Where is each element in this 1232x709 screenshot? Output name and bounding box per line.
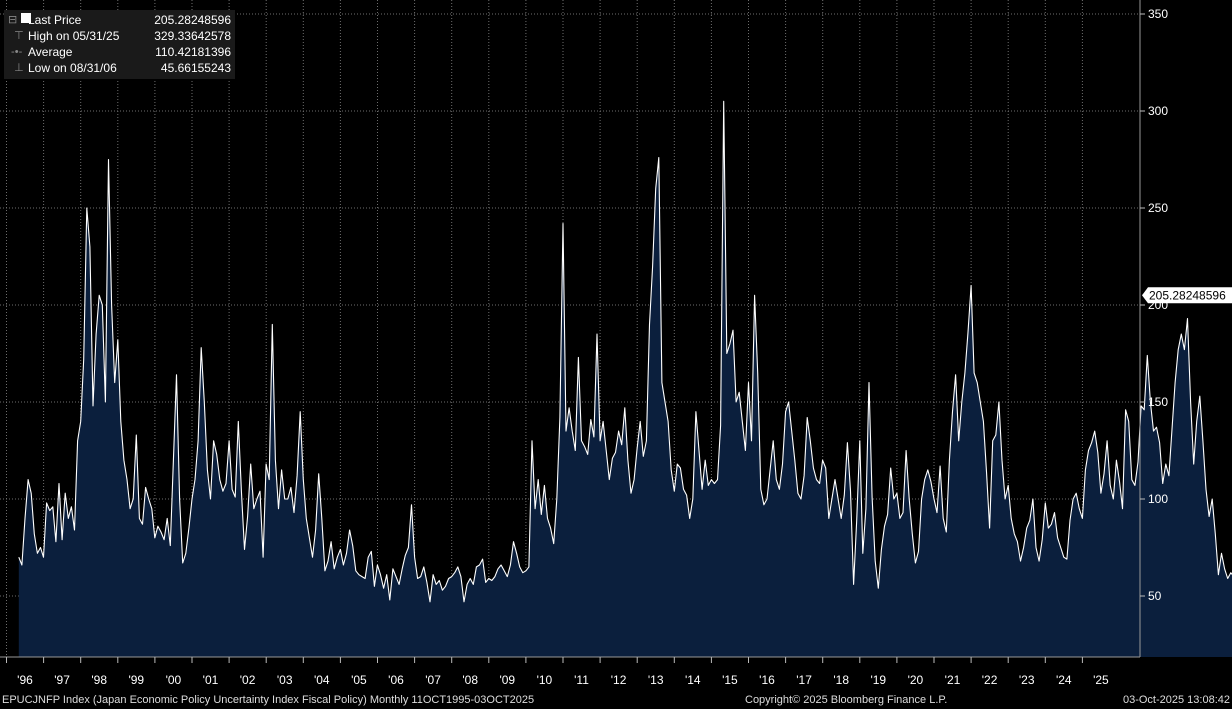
x-tick-label: '16 (759, 673, 775, 687)
legend-high-label: High on 05/31/25 (28, 29, 120, 43)
legend-low-label: Low on 08/31/06 (28, 61, 117, 75)
x-tick-label: '11 (574, 673, 589, 687)
x-tick-label: '24 (1056, 673, 1072, 687)
y-tick-label: 100 (1148, 492, 1168, 506)
x-tick-label: '97 (54, 673, 70, 687)
price-chart: 50100150200250300350 '96'97'98'99'00'01 '… (0, 0, 1232, 709)
x-tick-label: '15 (722, 673, 738, 687)
y-tick-label: 150 (1148, 395, 1168, 409)
low-marker-icon: ⊥ (8, 62, 24, 74)
x-tick-label: '12 (611, 673, 627, 687)
legend-average-value: 110.42181396 (155, 45, 231, 59)
average-marker-icon: -•- (8, 46, 23, 58)
high-marker-icon: ⊤ (8, 30, 24, 42)
x-tick-label: '00 (166, 673, 182, 687)
legend-high-value: 329.33642578 (154, 29, 231, 43)
x-tick-label: '13 (648, 673, 664, 687)
legend-row-low: ⊥ Low on 08/31/06 45.66155243 (8, 60, 231, 76)
footer-bar: EPUCJNFP Index (Japan Economic Policy Un… (0, 692, 1232, 709)
legend-panel: ⊟ Last Price 205.28248596 ⊤ High on 05/3… (4, 10, 235, 79)
legend-average-label: Average (28, 45, 73, 59)
y-tick-label: 300 (1148, 104, 1168, 118)
legend-last-price-label: Last Price (28, 13, 82, 27)
x-tick-label: '01 (203, 673, 219, 687)
x-tick-label: '14 (685, 673, 701, 687)
x-tick-label: '18 (833, 673, 849, 687)
last-value-tag: 205.28248596 (1142, 287, 1232, 304)
x-tick-label: '03 (277, 673, 293, 687)
x-tick-label: '98 (91, 673, 107, 687)
x-tick-label: '22 (982, 673, 998, 687)
x-tick-label: '19 (870, 673, 886, 687)
collapse-icon[interactable]: ⊟ (8, 12, 32, 28)
legend-last-price-value: 205.28248596 (154, 13, 231, 27)
legend-row-last-price: ⊟ Last Price 205.28248596 (8, 12, 231, 28)
x-tick-label: '96 (17, 673, 33, 687)
x-tick-label: '07 (425, 673, 441, 687)
legend-low-value: 45.66155243 (160, 61, 231, 75)
legend-row-high: ⊤ High on 05/31/25 329.33642578 (8, 28, 231, 44)
x-tick-label: '20 (908, 673, 924, 687)
x-tick-label: '02 (240, 673, 256, 687)
x-tick-label: '21 (945, 673, 961, 687)
y-tick-label: 350 (1148, 7, 1168, 21)
x-tick-label: '23 (1019, 673, 1035, 687)
footer-timestamp: 03-Oct-2025 13:08:42 (1122, 694, 1230, 706)
x-tick-label: '08 (462, 673, 478, 687)
x-tick-label: '99 (128, 673, 144, 687)
y-tick-label: 250 (1148, 201, 1168, 215)
x-tick-label: '06 (388, 673, 404, 687)
x-tick-label: '10 (537, 673, 553, 687)
legend-row-average: -•- Average 110.42181396 (8, 44, 231, 60)
y-tick-label: 50 (1148, 589, 1162, 603)
x-tick-label: '25 (1093, 673, 1109, 687)
footer-copyright: Copyright© 2025 Bloomberg Finance L.P. (745, 694, 948, 706)
x-tick-label: '09 (499, 673, 515, 687)
last-value-tag-text: 205.28248596 (1149, 288, 1226, 302)
footer-description: EPUCJNFP Index (Japan Economic Policy Un… (2, 694, 535, 706)
x-tick-label: '17 (796, 673, 812, 687)
x-tick-label: '05 (351, 673, 367, 687)
x-tick-label: '04 (314, 673, 330, 687)
